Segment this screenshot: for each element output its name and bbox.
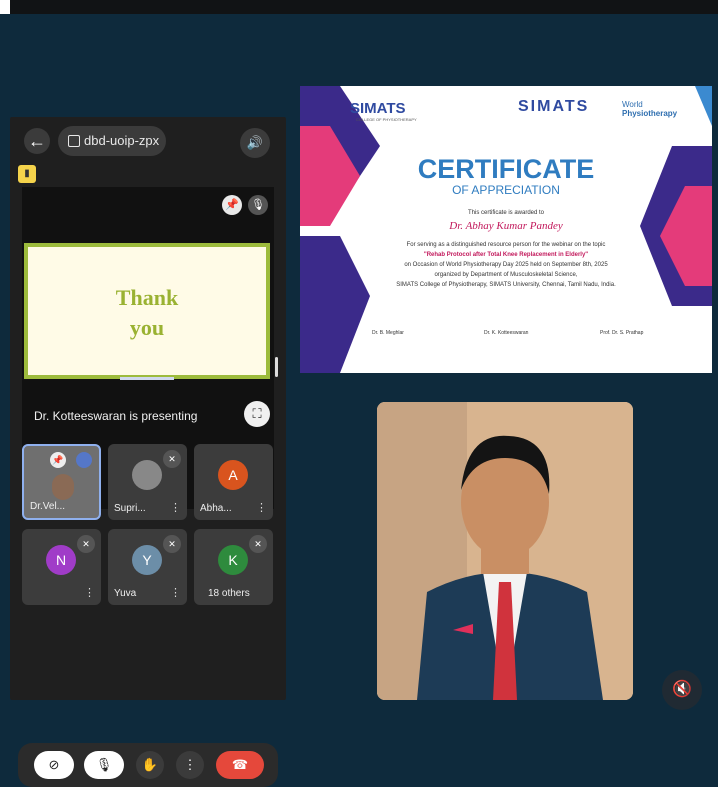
more-options-icon[interactable]: ⋮	[170, 501, 181, 514]
mic-off-icon: ✕	[249, 535, 267, 553]
participant-name: Dr.Vel...	[30, 501, 66, 512]
slide-text: Thank you	[28, 283, 266, 343]
signatory-3: Prof. Dr. S. Prathap	[600, 330, 644, 336]
recipient-name: Dr. Abhay Kumar Pandey	[449, 220, 563, 232]
certificate-subtitle: OF APPRECIATION	[452, 183, 560, 197]
participant-tile-self[interactable]: 📌 Dr.Vel...	[22, 444, 101, 520]
call-controls: ⊘ 🎙 ✋ ⋮ ☎	[18, 743, 278, 787]
signatory-2: Dr. K. Kotteeswaran	[484, 330, 529, 336]
scrollbar[interactable]	[275, 357, 278, 377]
top-bar	[0, 0, 718, 14]
speaker-mute-icon[interactable]: 🔇	[662, 670, 702, 710]
mic-off-icon: ✕	[163, 450, 181, 468]
mic-off-icon: ✕	[163, 535, 181, 553]
pin-icon[interactable]: 📌	[222, 195, 242, 215]
camera-off-badge-icon: ▮	[18, 165, 36, 183]
more-options-icon[interactable]: ⋮	[170, 586, 181, 599]
calendar-icon	[68, 135, 80, 147]
participant-tile[interactable]: A Abha... ⋮	[194, 444, 273, 520]
meeting-code: dbd-uoip-zpx	[84, 133, 160, 148]
simats-logo-left-sub: COLLEGE OF PHYSIOTHERAPY	[356, 117, 417, 122]
mic-off-icon: ✕	[77, 535, 95, 553]
fullscreen-icon[interactable]: ⛶	[244, 401, 270, 427]
participant-tile[interactable]: ✕ Supri... ⋮	[108, 444, 187, 520]
certificate-image: SIMATS COLLEGE OF PHYSIOTHERAPY SIMATS W…	[300, 86, 712, 373]
neck	[481, 548, 529, 574]
avatar	[132, 460, 162, 490]
speaker-photo-illustration	[377, 402, 633, 700]
certificate-line1: For serving as a distinguished resource …	[406, 242, 606, 248]
certificate-line5: SIMATS College of Physiotherapy, SIMATS …	[396, 282, 616, 288]
certificate-topic: "Rehab Protocol after Total Knee Replace…	[423, 252, 589, 258]
participant-tile[interactable]: ✕ Y Yuva ⋮	[108, 529, 187, 605]
participant-name: Abha...	[200, 503, 232, 514]
certificate-title: CERTIFICATE	[417, 154, 595, 184]
mic-off-icon: 🎙	[248, 195, 268, 215]
avatar: K	[218, 545, 248, 575]
camera-off-button[interactable]: ⊘	[34, 751, 74, 779]
world-physio-logo: World Physiotherapy	[622, 100, 677, 118]
top-bar-dark	[10, 0, 718, 14]
world-physio-line1: World	[622, 100, 643, 109]
signatory-1: Dr. B. Meghlar	[372, 330, 404, 336]
pin-icon[interactable]: 📌	[50, 452, 66, 468]
slide-content: Thank you	[28, 247, 266, 375]
participant-name: Supri...	[114, 503, 146, 514]
certificate-line4: organized by Department of Musculoskelet…	[434, 272, 578, 278]
meeting-code-pill[interactable]: dbd-uoip-zpx	[58, 126, 166, 156]
speaking-indicator-icon	[76, 452, 92, 468]
avatar: A	[218, 460, 248, 490]
shared-slide: Thank you	[24, 243, 270, 380]
more-options-icon[interactable]: ⋮	[84, 586, 95, 599]
mic-off-button[interactable]: 🎙	[84, 751, 124, 779]
corner-shape	[695, 86, 712, 126]
avatar: N	[46, 545, 76, 575]
simats-logo-center: SIMATS	[518, 98, 590, 115]
more-options-button[interactable]: ⋮	[176, 751, 204, 779]
world-physio-line2: Physiotherapy	[622, 109, 678, 118]
end-call-button[interactable]: ☎	[216, 751, 264, 779]
participant-name: Yuva	[114, 588, 137, 599]
speaker-icon[interactable]: 🔊	[240, 128, 270, 158]
slide-toolbar	[120, 377, 174, 380]
participant-tile[interactable]: ✕ N ⋮	[22, 529, 101, 605]
simats-logo-left: SIMATS	[350, 100, 406, 117]
raise-hand-button[interactable]: ✋	[136, 751, 164, 779]
certificate-line3: on Occasion of World Physiotherapy Day 2…	[404, 262, 608, 268]
participant-video	[52, 474, 74, 500]
slide-text-line2: you	[129, 315, 165, 340]
more-options-icon[interactable]: ⋮	[256, 501, 267, 514]
meet-phone-screen: ← dbd-uoip-zpx 🔊 ▮ 📌 🎙 Thank you Dr. Kot…	[10, 117, 286, 787]
back-arrow-icon[interactable]: ←	[24, 128, 50, 154]
speaker-photo	[377, 402, 633, 700]
participant-tile-others[interactable]: ✕ K 18 others	[194, 529, 273, 605]
slide-text-line1: Thank	[115, 285, 179, 310]
presenting-label: Dr. Kotteeswaran is presenting	[34, 409, 198, 423]
others-count: 18 others	[208, 588, 250, 599]
awarded-to-text: This certificate is awarded to	[467, 210, 545, 216]
avatar: Y	[132, 545, 162, 575]
